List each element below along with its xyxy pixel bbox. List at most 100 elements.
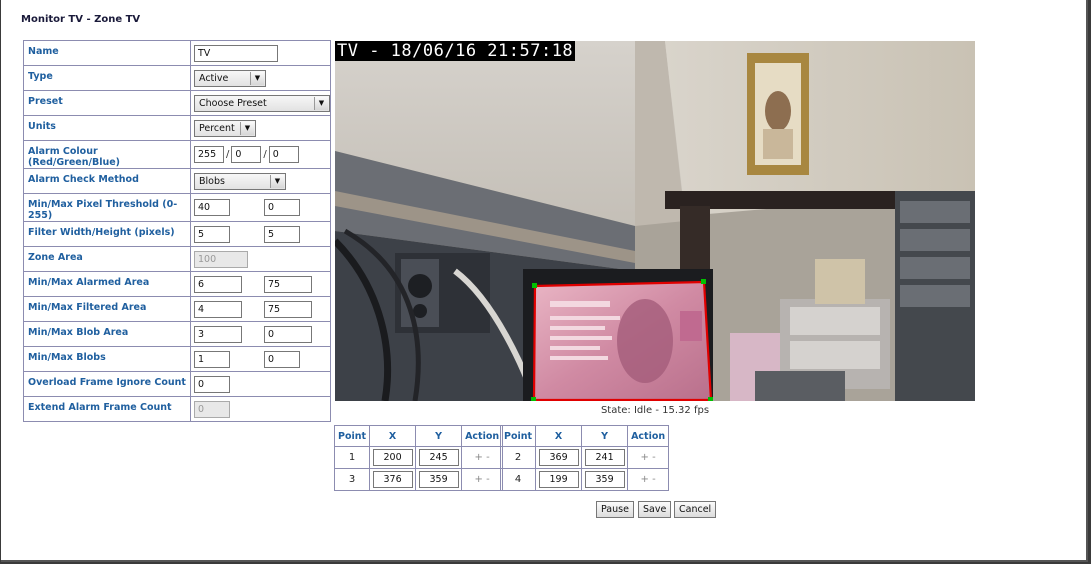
point-y-input[interactable]: 241: [584, 449, 625, 466]
pixel-threshold-min-input[interactable]: 40: [194, 199, 230, 216]
extend-alarm-label: Extend Alarm Frame Count: [23, 396, 191, 422]
camera-image[interactable]: TV - 18/06/16 21:57:18: [335, 41, 975, 401]
units-select[interactable]: Percent ▼: [194, 119, 256, 137]
point-x-input[interactable]: 376: [372, 471, 413, 488]
point-number: 4: [499, 468, 537, 491]
row-alarmed-area: Min/Max Alarmed Area 6 75: [23, 271, 331, 297]
name-input[interactable]: TV: [194, 44, 278, 62]
chevron-down-icon: ▼: [270, 174, 284, 188]
row-filtered-area: Min/Max Filtered Area 4 75: [23, 296, 331, 322]
preset-select-value: Choose Preset: [199, 97, 267, 109]
pause-button[interactable]: Pause: [596, 501, 634, 518]
blob-area-max-input[interactable]: 0: [264, 325, 312, 343]
alarm-check-method-label: Alarm Check Method: [23, 168, 191, 194]
point-number: 2: [499, 446, 537, 469]
table-row: 4 199 359 + -: [499, 468, 670, 491]
add-remove-point-links[interactable]: + -: [461, 468, 504, 491]
alarm-check-method-select[interactable]: Blobs ▼: [194, 172, 286, 190]
blobs-min-input[interactable]: 1: [194, 350, 230, 368]
units-select-value: Percent: [199, 122, 235, 134]
room-scene-image: [335, 41, 975, 401]
row-units: Units Percent ▼: [23, 115, 331, 141]
chevron-down-icon: ▼: [314, 96, 328, 110]
name-label: Name: [23, 40, 191, 66]
add-remove-point-links[interactable]: + -: [461, 446, 504, 469]
timestamp-overlay: TV - 18/06/16 21:57:18: [335, 41, 576, 61]
chevron-down-icon: ▼: [240, 121, 254, 135]
blobs-label: Min/Max Blobs: [23, 346, 191, 372]
save-button[interactable]: Save: [638, 501, 672, 518]
col-point: Point: [333, 425, 371, 447]
point-x-input[interactable]: 200: [372, 449, 413, 466]
blobs-max-input[interactable]: 0: [264, 350, 300, 368]
cancel-button[interactable]: Cancel: [674, 501, 717, 518]
point-x-input[interactable]: 199: [538, 471, 579, 488]
row-blobs: Min/Max Blobs 1 0: [23, 346, 331, 372]
alarm-colour-label: Alarm Colour (Red/Green/Blue): [23, 140, 191, 169]
blob-area-label: Min/Max Blob Area: [23, 321, 191, 347]
row-overload-ignore: Overload Frame Ignore Count 0: [23, 371, 331, 397]
col-action: Action: [627, 425, 670, 447]
filtered-area-max-input[interactable]: 75: [264, 300, 312, 318]
col-x: X: [369, 425, 417, 447]
overload-ignore-label: Overload Frame Ignore Count: [23, 371, 191, 397]
row-alarm-check-method: Alarm Check Method Blobs ▼: [23, 168, 331, 194]
zone-area-label: Zone Area: [23, 246, 191, 272]
filter-height-input[interactable]: 5: [264, 225, 300, 243]
row-blob-area: Min/Max Blob Area 3 0: [23, 321, 331, 347]
row-pixel-threshold: Min/Max Pixel Threshold (0-255) 40 0: [23, 193, 331, 222]
chevron-down-icon: ▼: [250, 71, 264, 85]
alarmed-area-max-input[interactable]: 75: [264, 275, 312, 293]
table-row: 2 369 241 + -: [499, 446, 670, 469]
type-select-value: Active: [199, 72, 229, 84]
point-y-input[interactable]: 359: [418, 471, 459, 488]
points-table-left: Point X Y Action 1 200 245 + - 3 376 359…: [333, 425, 504, 491]
point-y-input[interactable]: 359: [584, 471, 625, 488]
point-number: 1: [333, 446, 371, 469]
table-row: 3 376 359 + -: [333, 468, 504, 491]
filtered-area-label: Min/Max Filtered Area: [23, 296, 191, 322]
point-x-input[interactable]: 369: [538, 449, 579, 466]
alarm-colour-green-input[interactable]: 0: [231, 146, 262, 163]
zone-editor-window: Monitor TV - Zone TV Name TV Type Active…: [1, 0, 1088, 562]
separator: /: [263, 149, 267, 160]
pixel-threshold-max-input[interactable]: 0: [264, 199, 300, 216]
alarm-colour-blue-input[interactable]: 0: [268, 146, 299, 163]
alarmed-area-label: Min/Max Alarmed Area: [23, 271, 191, 297]
zone-area-input: 100: [194, 250, 248, 268]
point-y-input[interactable]: 245: [418, 449, 459, 466]
zone-parameters-table: Name TV Type Active ▼ Preset Choose Prese…: [23, 40, 331, 422]
row-zone-area: Zone Area 100: [23, 246, 331, 272]
type-select[interactable]: Active ▼: [194, 69, 266, 87]
points-table-right: Point X Y Action 2 369 241 + - 4 199 359…: [499, 425, 670, 491]
preset-label: Preset: [23, 90, 191, 116]
filtered-area-min-input[interactable]: 4: [194, 300, 242, 318]
overload-ignore-input[interactable]: 0: [194, 375, 230, 393]
extend-alarm-input: 0: [194, 400, 230, 418]
add-remove-point-links[interactable]: + -: [627, 468, 670, 491]
row-filter-size: Filter Width/Height (pixels) 5 5: [23, 221, 331, 247]
col-point: Point: [499, 425, 537, 447]
row-alarm-colour: Alarm Colour (Red/Green/Blue) 255/0/0: [23, 140, 331, 169]
pixel-threshold-label: Min/Max Pixel Threshold (0-255): [23, 193, 191, 222]
filter-width-input[interactable]: 5: [194, 225, 230, 243]
filter-size-label: Filter Width/Height (pixels): [23, 221, 191, 247]
separator: /: [226, 149, 230, 160]
page-title: Monitor TV - Zone TV: [21, 14, 141, 25]
alarm-colour-red-input[interactable]: 255: [194, 146, 224, 163]
col-x: X: [535, 425, 583, 447]
add-remove-point-links[interactable]: + -: [627, 446, 670, 469]
alarmed-area-min-input[interactable]: 6: [194, 275, 242, 293]
row-name: Name TV: [23, 40, 331, 66]
preset-select[interactable]: Choose Preset ▼: [194, 94, 330, 112]
table-row: 1 200 245 + -: [333, 446, 504, 469]
col-y: Y: [415, 425, 463, 447]
row-preset: Preset Choose Preset ▼: [23, 90, 331, 116]
row-type: Type Active ▼: [23, 65, 331, 91]
row-extend-alarm: Extend Alarm Frame Count 0: [23, 396, 331, 422]
point-number: 3: [333, 468, 371, 491]
monitor-state-text: State: Idle - 15.32 fps: [600, 405, 710, 416]
type-label: Type: [23, 65, 191, 91]
blob-area-min-input[interactable]: 3: [194, 325, 242, 343]
units-label: Units: [23, 115, 191, 141]
